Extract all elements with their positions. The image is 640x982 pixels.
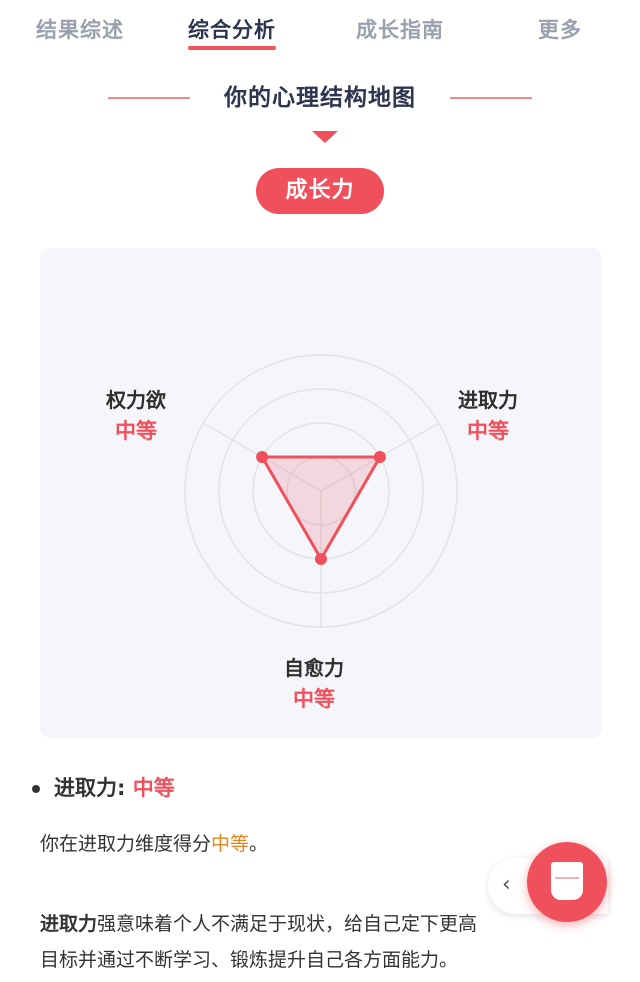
tab-analysis[interactable]: 综合分析 (188, 14, 276, 50)
detail-score-line: 你在进取力维度得分中等。 (40, 826, 600, 862)
score-prefix: 你在进取力维度得分 (40, 833, 212, 855)
axis-label-power: 权力欲 中等 (106, 384, 166, 445)
detail-heading: 进取力: 中等 (32, 772, 175, 802)
detail-dimension: 进取力: (54, 776, 126, 800)
radar-shape (256, 451, 386, 565)
score-suffix: 。 (249, 833, 269, 855)
title-divider-right (450, 97, 532, 99)
description-keyword: 进取力 (40, 913, 98, 935)
axis-name-healing: 自愈力 (284, 656, 344, 680)
dimension-pill[interactable]: 成长力 (256, 168, 384, 214)
radar-value-polygon (260, 455, 382, 561)
axis-level-power: 中等 (115, 419, 157, 443)
top-tab-bar: 结果综述 综合分析 成长指南 更多 (0, 0, 640, 60)
report-cup-icon (551, 862, 583, 900)
radar-card: 权力欲 中等 进取力 中等 自愈力 中等 (40, 248, 602, 738)
axis-level-drive: 中等 (467, 419, 509, 443)
axis-name-power: 权力欲 (106, 388, 166, 412)
down-arrow-icon (312, 131, 338, 143)
report-fab-button[interactable] (527, 842, 607, 922)
detail-level: 中等 (132, 776, 175, 800)
radar-point-3 (315, 553, 327, 565)
tab-summary[interactable]: 结果综述 (36, 14, 124, 44)
tab-more[interactable]: 更多 (538, 14, 582, 44)
tab-growth-guide[interactable]: 成长指南 (356, 14, 444, 44)
axis-name-drive: 进取力 (458, 388, 518, 412)
score-value: 中等 (211, 833, 250, 855)
radar-point-2 (373, 451, 386, 463)
axis-level-healing: 中等 (293, 687, 335, 711)
axis-label-healing: 自愈力 中等 (284, 652, 344, 713)
section-title: 你的心理结构地图 (224, 85, 416, 111)
description-line-1: 强意味着个人不满足于现状，给自己定下更高 (97, 913, 478, 935)
axis-label-drive: 进取力 中等 (458, 384, 518, 445)
bullet-icon (32, 785, 40, 793)
detail-description: 进取力强意味着个人不满足于现状，给自己定下更高 目标并通过不断学习、锻炼提升自己… (40, 906, 600, 978)
chevron-left-icon[interactable]: ‹ (502, 872, 511, 897)
description-line-2: 目标并通过不断学习、锻炼提升自己各方面能力。 (40, 949, 459, 971)
radar-point-1 (256, 451, 269, 463)
